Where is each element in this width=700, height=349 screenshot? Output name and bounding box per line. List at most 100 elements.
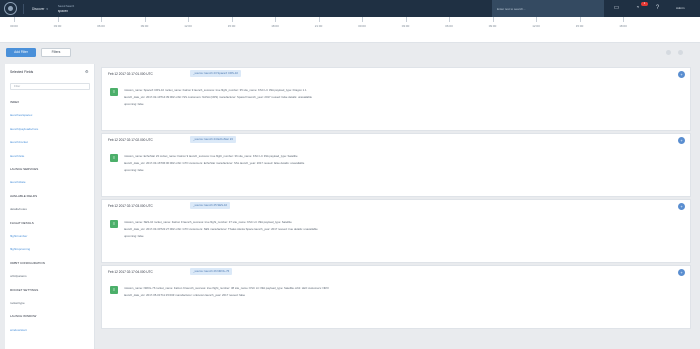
- user-menu[interactable]: Admin: [676, 6, 685, 10]
- expand-icon[interactable]: +: [678, 203, 685, 210]
- sidebar-category: Index: [10, 100, 20, 104]
- notification-badge: 1: [641, 2, 648, 6]
- field-filter-input[interactable]: Filter: [10, 83, 90, 90]
- timeline-tick-label: 15:00: [575, 24, 584, 28]
- timeline-tick-label: 18:00: [271, 24, 279, 28]
- document-row[interactable]: Feb 12 2017 02:17:02.000 UTC _source: lau…: [101, 133, 691, 197]
- document-field-line: mission_name: SpaceX CRS-10 rocket_name:…: [124, 88, 307, 92]
- space-title: Saved Search: [57, 4, 75, 8]
- sidebar-field-item[interactable]: window/start: [10, 328, 27, 332]
- timeline-tick-label: 09:00: [140, 24, 149, 28]
- timeline-tick: [536, 17, 537, 22]
- document-type-icon: ≡: [110, 154, 118, 162]
- add-filter-button[interactable]: Add Filter: [6, 48, 36, 57]
- sidebar-field-item[interactable]: orbit/params: [10, 274, 27, 278]
- document-row[interactable]: Feb 12 2017 02:17:04.000 UTC _source: lau…: [101, 265, 691, 329]
- timeline-tick: [579, 17, 581, 22]
- top-navigation-bar: Discover ▾ Saved Search spacex Enter tex…: [0, 0, 700, 17]
- filters-button[interactable]: Filters: [41, 48, 71, 57]
- document-type-icon: ≡: [110, 220, 118, 228]
- search-placeholder: Enter text to search...: [497, 6, 526, 11]
- document-field-line: upcoming: false: [124, 168, 144, 172]
- app-switcher[interactable]: Discover ▾: [32, 7, 48, 11]
- timeline-tick-label: 03:00: [401, 24, 410, 28]
- timeline-tick: [14, 17, 15, 22]
- document-source-tag[interactable]: _source: launch 26 NROL-76: [190, 268, 233, 275]
- timeline-tick-label: 06:00: [445, 24, 453, 28]
- sidebar-field-item[interactable]: launch/date: [10, 180, 26, 184]
- divider: [23, 3, 24, 14]
- expand-icon[interactable]: +: [678, 269, 685, 276]
- timeline-tick: [144, 17, 146, 22]
- timeline-tick-label: 12:00: [532, 24, 540, 28]
- chevron-down-icon: ▾: [46, 6, 48, 11]
- document-field-line: launch_date_utc: 2017-03-30T22:27:00Z or…: [124, 227, 318, 231]
- timeline-tick: [623, 17, 624, 22]
- sidebar-category: Orbit Configuration: [10, 260, 45, 265]
- bell-icon[interactable]: ◔: [634, 5, 641, 12]
- document-row[interactable]: Feb 12 2017 02:17:01.000 UTC _source: lau…: [101, 67, 691, 131]
- document-field-line: upcoming: false: [124, 234, 144, 238]
- app-switcher-label: Discover: [32, 6, 45, 11]
- document-source-tag[interactable]: _source: launch 23 SpaceX CRS-10: [190, 70, 241, 77]
- options-dot-icon[interactable]: [666, 50, 671, 55]
- sidebar-field-item[interactable]: flight/number: [10, 234, 27, 238]
- document-field-line: launch_date_utc: 2017-02-19T14:39:00Z or…: [124, 95, 312, 99]
- document-source-tag[interactable]: _source: launch 24 EchoStar 23: [190, 136, 236, 143]
- timeline-tick: [275, 17, 276, 22]
- chat-icon[interactable]: ▭: [613, 5, 620, 12]
- timeline-tick-label: 00:00: [358, 24, 366, 28]
- sidebar-category: Available Fields: [10, 193, 38, 198]
- timeline-tick: [492, 17, 494, 22]
- document-timestamp: Feb 12 2017 02:17:03.000 UTC: [108, 204, 153, 208]
- expand-icon[interactable]: +: [678, 137, 685, 144]
- timeline-tick: [318, 17, 320, 22]
- timeline-tick: [362, 17, 363, 22]
- document-timestamp: Feb 12 2017 02:17:04.000 UTC: [108, 270, 153, 274]
- document-type-icon: ≡: [110, 88, 118, 96]
- document-field-line: mission_name: NROL-76 rocket_name: Falco…: [124, 286, 329, 290]
- document-type-icon: ≡: [110, 286, 118, 294]
- timeline-tick-label: 21:00: [314, 24, 323, 28]
- sidebar-field-item[interactable]: rocket/type: [10, 301, 25, 305]
- sidebar-category: Rocket Settings: [10, 287, 39, 292]
- options-dot-icon[interactable]: [678, 50, 683, 55]
- global-search-input[interactable]: Enter text to search...: [492, 0, 604, 17]
- sidebar-category: Flight Details: [10, 220, 34, 225]
- app-logo-icon[interactable]: [4, 2, 17, 15]
- gear-icon[interactable]: ⚙: [85, 69, 89, 74]
- timeline-tick-label: 03:00: [53, 24, 62, 28]
- document-timestamp: Feb 12 2017 02:17:01.000 UTC: [108, 72, 153, 76]
- document-field-line: mission_name: EchoStar 23 rocket_name: F…: [124, 154, 298, 158]
- help-icon[interactable]: ?: [654, 5, 661, 12]
- document-field-line: upcoming: false: [124, 102, 144, 106]
- sidebar-category: Launch Window: [10, 314, 37, 319]
- timeline-tick-label: 09:00: [488, 24, 497, 28]
- sidebar-category: Launch Services: [10, 167, 39, 171]
- timeline-tick: [449, 17, 450, 22]
- sidebar-field-item[interactable]: details/notes: [10, 207, 27, 211]
- timeline-tick-label: 12:00: [184, 24, 192, 28]
- sidebar-field-item[interactable]: launches/spacex: [10, 113, 32, 117]
- timeline-tick: [188, 17, 189, 22]
- timeline-tick-label: 15:00: [227, 24, 236, 28]
- timeline-tick-label: 06:00: [97, 24, 105, 28]
- sidebar-title: Selected Fields: [10, 70, 34, 74]
- timeline-tick-label: 00:00: [10, 24, 18, 28]
- sidebar-field-item[interactable]: launch/site: [10, 154, 24, 158]
- expand-icon[interactable]: +: [678, 71, 685, 78]
- document-timestamp: Feb 12 2017 02:17:02.000 UTC: [108, 138, 153, 142]
- timeline-tick: [57, 17, 59, 22]
- document-source-tag[interactable]: _source: launch 25 SES-10: [190, 202, 231, 209]
- timeline-tick-label: 18:00: [619, 24, 627, 28]
- document-field-line: launch_date_utc: 2017-05-01T11:15:00Z ma…: [124, 293, 246, 297]
- histogram-timeline[interactable]: 00:00 03:00 06:00 09:00 12:00 15:00 18:00 21:00…: [0, 17, 700, 43]
- document-field-line: launch_date_utc: 2017-03-16T06:00:00Z or…: [124, 161, 305, 165]
- space-selector[interactable]: Saved Search spacex: [58, 5, 74, 13]
- sidebar-field-item[interactable]: launch/rocket: [10, 140, 28, 144]
- timeline-tick: [231, 17, 233, 22]
- timeline-tick: [101, 17, 102, 22]
- sidebar-field-item[interactable]: flight/upcoming: [10, 247, 30, 251]
- document-row[interactable]: Feb 12 2017 02:17:03.000 UTC _source: lau…: [101, 199, 691, 263]
- sidebar-field-item[interactable]: launch/payloads/core: [10, 127, 38, 131]
